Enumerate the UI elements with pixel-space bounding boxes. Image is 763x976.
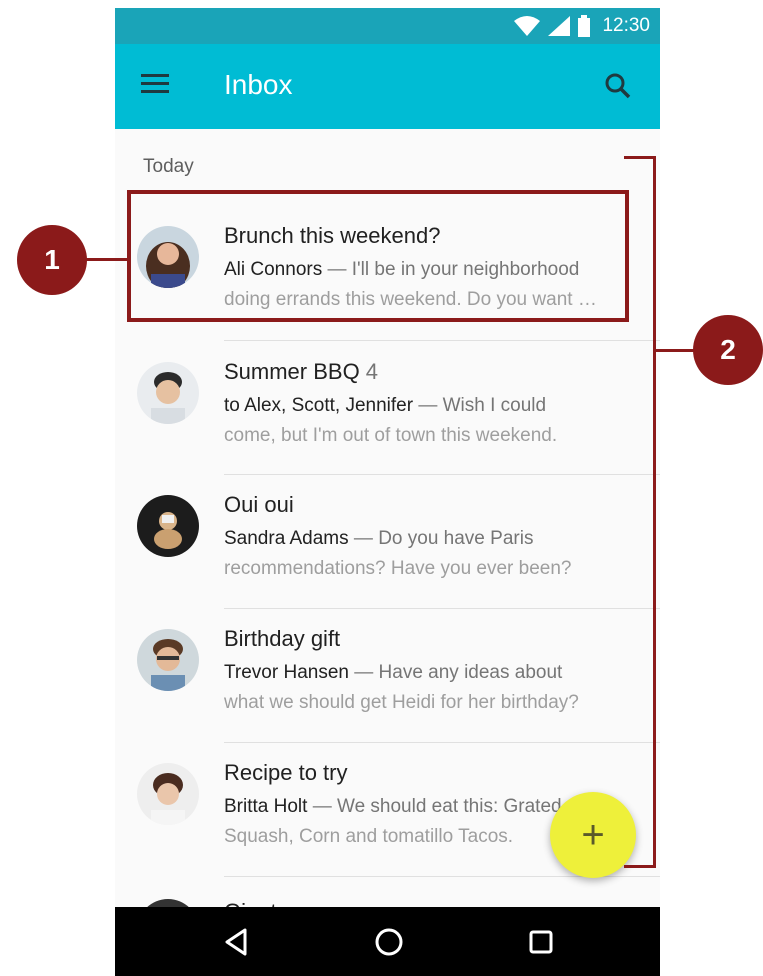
callout-badge-1: 1	[17, 225, 87, 295]
thread-count: 4	[365, 359, 378, 384]
email-sender: Britta Holt	[224, 796, 308, 817]
avatar	[137, 629, 199, 691]
email-preview-line1: Sandra Adams — Do you have Paris	[224, 528, 634, 550]
avatar	[137, 362, 199, 424]
email-item-oui[interactable]: Oui oui Sandra Adams — Do you have Paris…	[115, 475, 660, 607]
email-preview-line2: recommendations? Have you ever been?	[224, 558, 572, 579]
signal-icon	[548, 16, 571, 36]
menu-icon[interactable]	[141, 74, 171, 100]
email-sender: Trevor Hansen	[224, 662, 349, 683]
email-subject-row: Summer BBQ 4	[224, 359, 378, 385]
email-snippet: — Wish I could	[413, 395, 547, 416]
email-snippet: — Have any ideas about	[348, 662, 563, 683]
email-sender: Sandra Adams	[224, 528, 349, 549]
avatar	[137, 763, 199, 825]
navigation-bar	[115, 907, 660, 976]
recents-icon[interactable]	[523, 924, 559, 960]
avatar	[137, 495, 199, 557]
phone-screen: 12:30 Inbox Today Brunch this weekend? A…	[115, 8, 660, 976]
status-bar: 12:30	[115, 8, 660, 44]
email-snippet: — Do you have Paris	[348, 528, 534, 549]
callout-leader-line	[656, 349, 698, 352]
battery-icon	[578, 15, 591, 37]
divider	[224, 340, 660, 341]
callout-highlight-box	[127, 190, 629, 322]
email-preview-line1: to Alex, Scott, Jennifer — Wish I could	[224, 395, 634, 417]
callout-badge-2: 2	[693, 315, 763, 385]
email-snippet: — We should eat this: Grated	[307, 796, 562, 817]
wifi-icon	[514, 16, 541, 36]
page-title: Inbox	[224, 69, 293, 100]
callout-leader-line	[86, 258, 128, 261]
email-subject: Summer BBQ	[224, 359, 360, 384]
app-bar: Inbox	[115, 44, 660, 129]
email-item-bbq[interactable]: Summer BBQ 4 to Alex, Scott, Jennifer — W…	[115, 342, 660, 474]
callout-bracket	[624, 156, 656, 868]
email-item-birthday[interactable]: Birthday gift Trevor Hansen — Have any i…	[115, 609, 660, 741]
email-subject: Recipe to try	[224, 760, 348, 785]
search-icon[interactable]	[602, 70, 634, 102]
email-preview-line2: come, but I'm out of town this weekend.	[224, 425, 558, 446]
email-subject: Oui oui	[224, 492, 294, 517]
email-preview-line1: Trevor Hansen — Have any ideas about	[224, 662, 634, 684]
home-icon[interactable]	[371, 924, 407, 960]
email-sender: to Alex, Scott, Jennifer	[224, 395, 414, 416]
back-icon[interactable]	[219, 924, 255, 960]
status-time: 12:30	[602, 15, 650, 36]
email-preview-line2: what we should get Heidi for her birthda…	[224, 692, 579, 713]
section-label: Today	[143, 156, 194, 177]
email-subject: Birthday gift	[224, 626, 341, 651]
